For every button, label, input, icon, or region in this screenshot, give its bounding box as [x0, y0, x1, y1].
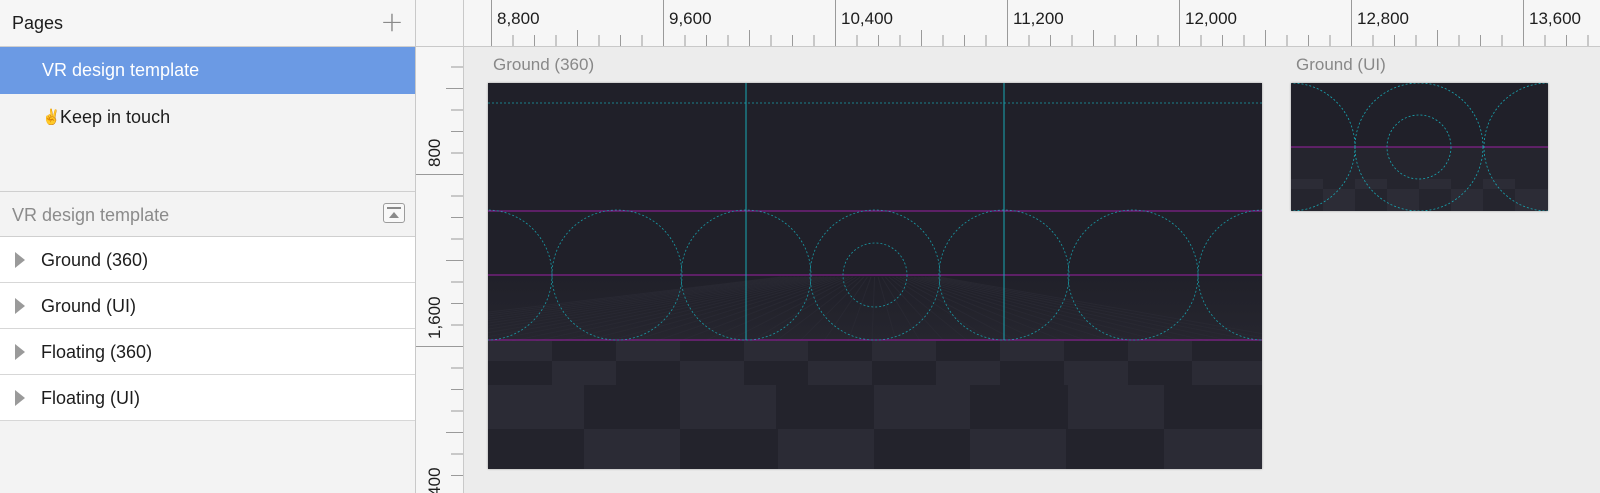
- disclosure-triangle-icon[interactable]: [15, 390, 25, 406]
- layer-label: Floating (360): [41, 342, 153, 362]
- pages-title: Pages: [12, 13, 64, 33]
- disclosure-triangle-icon[interactable]: [15, 344, 25, 360]
- layers-title: VR design template: [12, 205, 170, 225]
- horizontal-ruler-graphic: 8,800 9,600 10,400 11,200 12,000 12,800 …: [491, 0, 1589, 46]
- artboard-title-ground-ui[interactable]: Ground (UI): [1296, 55, 1386, 75]
- ruler-label: 8,800: [497, 9, 540, 28]
- vertical-ruler[interactable]: 800 1,600 2,400: [416, 47, 464, 493]
- horizontal-ruler[interactable]: 8,800 9,600 10,400 11,200 12,000 12,800 …: [464, 0, 1600, 47]
- canvas[interactable]: Ground (360) Ground (UI): [464, 47, 1600, 493]
- ruler-corner: [416, 0, 464, 47]
- artboard-ground-360[interactable]: [488, 83, 1262, 469]
- page-item-label: VR design template: [42, 60, 200, 80]
- disclosure-triangle-icon[interactable]: [15, 252, 25, 268]
- artboard-ground-ui[interactable]: [1291, 83, 1548, 211]
- layer-row-ground-ui[interactable]: Ground (UI): [0, 283, 415, 329]
- victory-hand-icon: ✌️: [42, 109, 61, 126]
- layer-row-ground-360[interactable]: Ground (360): [0, 237, 415, 283]
- collapse-layers-icon[interactable]: [383, 203, 405, 223]
- layers-header: VR design template: [0, 192, 415, 237]
- ruler-label: 12,800: [1357, 9, 1409, 28]
- page-item-keep-in-touch[interactable]: ✌️ Keep in touch: [0, 94, 415, 141]
- ruler-label: 11,200: [1013, 9, 1064, 28]
- ruler-label: 9,600: [669, 9, 712, 28]
- ruler-label: 13,600: [1529, 9, 1581, 28]
- layer-row-floating-ui[interactable]: Floating (UI): [0, 375, 415, 421]
- page-item-vr-design-template[interactable]: VR design template: [0, 47, 415, 94]
- ruler-label: 2,400: [425, 467, 444, 493]
- layer-row-floating-360[interactable]: Floating (360): [0, 329, 415, 375]
- vertical-ruler-graphic: 800 1,600 2,400: [416, 66, 463, 493]
- pages-header: Pages +: [0, 0, 415, 47]
- ruler-label: 10,400: [841, 9, 893, 28]
- disclosure-triangle-icon[interactable]: [15, 298, 25, 314]
- sidebar: Pages + VR design template ✌️ Keep in to…: [0, 0, 416, 493]
- artboard-ground-ui-content: [1291, 83, 1548, 211]
- artboard-ground-360-content: [488, 83, 1262, 469]
- layer-label: Ground (360): [41, 250, 149, 270]
- layer-label: Floating (UI): [41, 388, 141, 408]
- artboard-title-ground-360[interactable]: Ground (360): [493, 55, 594, 75]
- ruler-label: 800: [425, 139, 444, 167]
- ruler-label: 1,600: [425, 296, 444, 339]
- page-item-label: Keep in touch: [60, 107, 171, 127]
- add-page-icon[interactable]: +: [379, 8, 405, 37]
- ruler-label: 12,000: [1185, 9, 1237, 28]
- layer-label: Ground (UI): [41, 296, 137, 316]
